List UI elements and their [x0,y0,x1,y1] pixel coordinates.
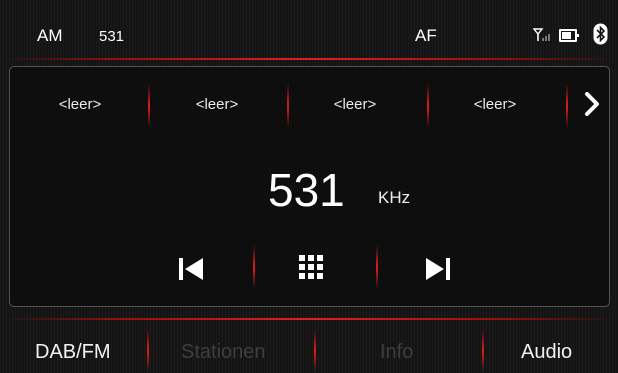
bottom-divider [0,318,618,320]
bottom-tab-divider [147,329,149,373]
bottom-tab-divider [314,329,316,373]
tab-info[interactable]: Info [380,341,413,364]
status-frequency: 531 [99,28,125,45]
preset-divider [566,84,568,128]
status-bar: AM 531 AF [0,0,618,60]
preset-divider [427,84,429,128]
skip-next-icon[interactable] [424,256,454,287]
preset-button-1[interactable]: <leer> [35,96,125,113]
preset-button-4[interactable]: <leer> [450,96,540,113]
preset-button-3[interactable]: <leer> [310,96,400,113]
battery-icon [559,29,579,42]
control-divider [253,245,255,289]
frequency-unit: KHz [378,188,411,207]
grid-icon[interactable] [298,254,324,285]
preset-divider [287,84,289,128]
chevron-right-icon[interactable] [584,92,600,121]
preset-button-2[interactable]: <leer> [172,96,262,113]
control-divider [376,245,378,289]
band-label: AM [37,26,63,45]
signal-icon [532,28,551,47]
af-indicator: AF [415,26,437,45]
skip-previous-icon[interactable] [177,256,207,287]
tab-dab-fm[interactable]: DAB/FM [35,341,111,364]
bottom-tab-divider [482,329,484,373]
tab-audio[interactable]: Audio [521,341,572,364]
tab-stationen[interactable]: Stationen [181,341,266,364]
preset-divider [148,84,150,128]
status-divider [0,58,618,60]
frequency-display: 531 [268,164,345,216]
bluetooth-icon [593,23,608,50]
